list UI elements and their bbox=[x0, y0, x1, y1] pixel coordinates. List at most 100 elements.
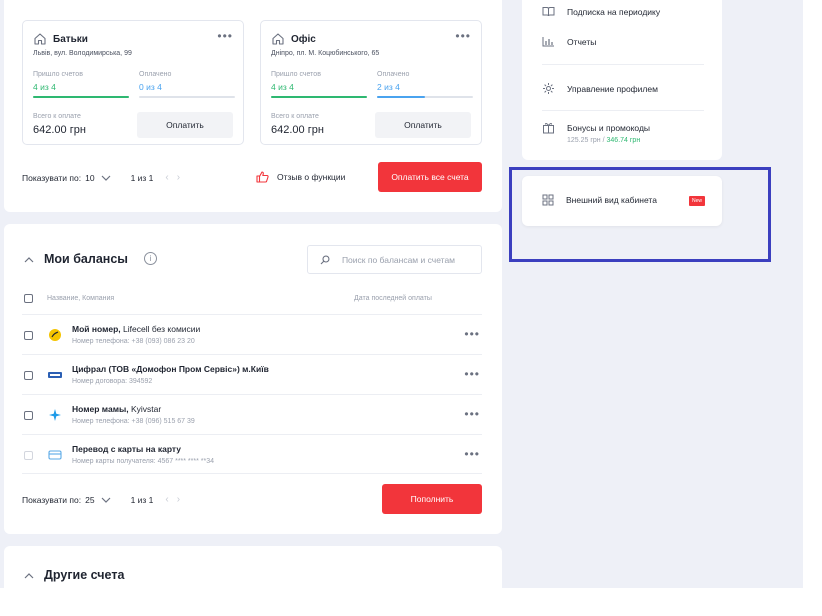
feedback-label: Отзыв о функции bbox=[277, 172, 346, 182]
row-checkbox[interactable] bbox=[24, 371, 33, 380]
balances-card: Мои балансы i Название, Компания Дата по… bbox=[4, 224, 502, 534]
bills-came-value: 4 из 4 bbox=[33, 82, 56, 92]
bill-total: 642.00 грн bbox=[33, 124, 86, 136]
chevron-down-icon[interactable] bbox=[101, 174, 111, 182]
bills-paid-value: 2 из 4 bbox=[377, 82, 400, 92]
menu-item-subscriptions[interactable]: Подписка на периодику bbox=[542, 6, 660, 17]
menu-item-profile[interactable]: Управление профилем bbox=[542, 82, 658, 95]
chevron-up-icon[interactable] bbox=[24, 572, 34, 579]
chevron-up-icon[interactable] bbox=[24, 256, 34, 263]
bill-name: Батьки bbox=[53, 33, 88, 45]
row-checkbox[interactable] bbox=[24, 411, 33, 420]
menu-divider bbox=[542, 64, 704, 65]
per-page-select[interactable]: 25 bbox=[85, 495, 94, 505]
bills-paid-bar bbox=[377, 96, 473, 98]
gift-icon bbox=[543, 122, 554, 134]
thumbs-up-icon bbox=[256, 171, 269, 183]
menu-divider bbox=[542, 110, 704, 111]
info-icon[interactable]: i bbox=[144, 252, 157, 265]
more-icon[interactable]: ••• bbox=[217, 29, 233, 43]
bill-total-label: Всего к оплате bbox=[33, 113, 81, 120]
menu-item-label: Бонусы и промокоды bbox=[567, 122, 651, 133]
bill-card[interactable]: Офіс ••• Дніпро, пл. М. Коцюбинського, 6… bbox=[260, 20, 482, 145]
balance-row[interactable]: Перевод с карты на карту Номер карты пол… bbox=[22, 434, 482, 474]
search-input[interactable] bbox=[341, 254, 481, 265]
bills-came-bar bbox=[271, 96, 367, 98]
other-accounts-header[interactable]: Другие счета bbox=[24, 568, 124, 582]
balance-row[interactable]: Мой номер, Lifecell без комисии Номер те… bbox=[22, 314, 482, 354]
bills-paid-label: Оплачено bbox=[139, 71, 172, 78]
balances-title: Мои балансы bbox=[44, 252, 128, 266]
menu-item-reports[interactable]: Отчеты bbox=[542, 36, 596, 47]
menu-item-label: Отчеты bbox=[567, 36, 597, 47]
page-arrows[interactable]: ‹› bbox=[165, 172, 188, 183]
chart-icon bbox=[542, 37, 554, 47]
select-all-checkbox[interactable] bbox=[24, 294, 33, 303]
row-title: Перевод с карты на карту bbox=[72, 444, 182, 454]
menu-item-label: Управление профилем bbox=[567, 83, 658, 94]
row-subtitle: Номер карты получателя: 4567 **** **** *… bbox=[72, 458, 215, 465]
card-icon bbox=[48, 450, 62, 460]
bills-came-fill bbox=[271, 96, 367, 98]
bills-came-bar bbox=[33, 96, 129, 98]
gear-icon bbox=[543, 83, 554, 94]
bills-came-label: Пришло счетов bbox=[33, 71, 83, 78]
balances-search[interactable] bbox=[307, 245, 482, 274]
kyivstar-logo-icon bbox=[49, 409, 61, 421]
other-accounts-card: Другие счета bbox=[4, 546, 502, 616]
bills-paid-fill bbox=[377, 96, 425, 98]
search-icon bbox=[320, 254, 330, 264]
balances-header[interactable]: Мои балансы bbox=[24, 252, 128, 266]
home-icon bbox=[34, 33, 46, 45]
pay-button[interactable]: Оплатить bbox=[375, 112, 471, 138]
row-subtitle: Номер договора: 394592 bbox=[72, 378, 153, 385]
feedback-link[interactable]: Отзыв о функции bbox=[256, 171, 345, 183]
bill-name: Офіс bbox=[291, 33, 316, 45]
more-icon[interactable]: ••• bbox=[455, 29, 471, 43]
side-menu-card: Подписка на периодику Отчеты Управление … bbox=[522, 0, 722, 160]
bills-came-label: Пришло счетов bbox=[271, 71, 321, 78]
row-checkbox[interactable] bbox=[24, 331, 33, 340]
column-date-header: Дата последней оплаты bbox=[354, 295, 432, 302]
chevron-down-icon[interactable] bbox=[101, 496, 111, 504]
more-icon[interactable]: ••• bbox=[464, 447, 480, 461]
per-page-select[interactable]: 10 bbox=[85, 173, 94, 183]
bill-card[interactable]: Батьки ••• Львів, вул. Володимирська, 99… bbox=[22, 20, 244, 145]
bill-total-label: Всего к оплате bbox=[271, 113, 319, 120]
other-accounts-title: Другие счета bbox=[44, 568, 125, 582]
book-icon bbox=[542, 7, 555, 17]
bills-paid-bar bbox=[139, 96, 235, 98]
more-icon[interactable]: ••• bbox=[464, 367, 480, 381]
bills-paid-value: 0 из 4 bbox=[139, 82, 162, 92]
balance-row[interactable]: Цифрал (ТОВ «Домофон Пром Сервіс») м.Киї… bbox=[22, 354, 482, 394]
lifecell-logo-icon bbox=[49, 329, 61, 341]
topup-button[interactable]: Пополнить bbox=[382, 484, 482, 514]
row-title: Номер мамы, Kyivstar bbox=[72, 404, 162, 414]
home-icon bbox=[272, 33, 284, 45]
bills-card: Батьки ••• Львів, вул. Володимирська, 99… bbox=[4, 0, 502, 212]
bill-address: Дніпро, пл. М. Коцюбинського, 65 bbox=[271, 50, 380, 57]
page-arrows[interactable]: ‹› bbox=[165, 494, 188, 505]
show-per-page-label: Показувати по: bbox=[22, 172, 82, 183]
highlight-box bbox=[509, 167, 771, 262]
balance-row[interactable]: Номер мамы, Kyivstar Номер телефона: +38… bbox=[22, 394, 482, 434]
cifral-logo-icon bbox=[48, 372, 62, 378]
pay-button[interactable]: Оплатить bbox=[137, 112, 233, 138]
menu-item-label: Подписка на периодику bbox=[567, 6, 661, 17]
row-checkbox[interactable] bbox=[24, 451, 33, 460]
balances-pager: Показувати по: 25 1 из 1 ‹› bbox=[22, 494, 188, 505]
row-subtitle: Номер телефона: +38 (096) 515 67 39 bbox=[72, 418, 195, 425]
bill-total: 642.00 грн bbox=[271, 124, 324, 136]
bills-came-value: 4 из 4 bbox=[271, 82, 294, 92]
more-icon[interactable]: ••• bbox=[464, 327, 480, 341]
column-name-header: Название, Компания bbox=[47, 295, 115, 302]
show-per-page-label: Показувати по: bbox=[22, 494, 82, 505]
bonus-balance: 125.25 грн / 346.74 грн bbox=[567, 137, 641, 144]
menu-item-bonuses[interactable]: Бонусы и промокоды bbox=[542, 121, 650, 134]
more-icon[interactable]: ••• bbox=[464, 407, 480, 421]
pay-all-button[interactable]: Оплатить все счета bbox=[378, 162, 482, 192]
row-subtitle: Номер телефона: +38 (093) 086 23 20 bbox=[72, 338, 195, 345]
row-title: Мой номер, Lifecell без комисии bbox=[72, 324, 201, 334]
row-title: Цифрал (ТОВ «Домофон Пром Сервіс») м.Киї… bbox=[72, 364, 269, 374]
bill-address: Львів, вул. Володимирська, 99 bbox=[33, 50, 132, 57]
